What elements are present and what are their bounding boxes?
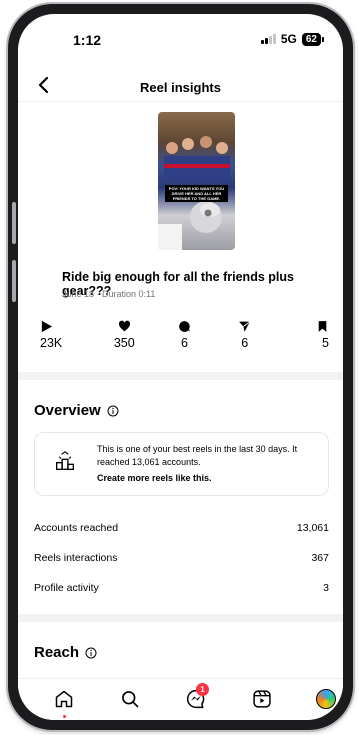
battery-icon: 62 <box>301 32 325 46</box>
stat-shares: 6 <box>221 320 269 350</box>
nav-header: Reel insights <box>18 66 343 102</box>
screen: 1:12 5G 62 Reel insights POV: YOUR KID W… <box>18 14 343 720</box>
volume-down-button <box>12 260 16 302</box>
profile-avatar <box>316 689 336 709</box>
metric-row-reels-interactions[interactable]: Reels interactions 367 <box>34 552 329 564</box>
reach-title: Reach <box>34 644 80 661</box>
page-title: Reel insights <box>140 80 221 95</box>
network-label: 5G <box>280 32 297 46</box>
reel-meta: June 18 · Duration 0:11 <box>62 289 156 299</box>
bookmark-icon <box>318 321 327 332</box>
status-indicators: 5G 62 <box>261 32 325 46</box>
phone-frame: 1:12 5G 62 Reel insights POV: YOUR KID W… <box>8 4 353 730</box>
comment-icon <box>179 321 190 332</box>
heart-icon <box>118 320 130 332</box>
metric-value: 13,061 <box>296 522 329 534</box>
search-icon <box>122 691 139 708</box>
stat-plays: 23K <box>40 320 88 350</box>
reach-heading: Reach <box>34 644 97 661</box>
status-bar: 1:12 5G 62 <box>18 14 343 58</box>
overview-heading: Overview <box>34 402 119 419</box>
tab-search[interactable] <box>120 689 142 711</box>
tab-messages[interactable]: 1 <box>186 683 209 711</box>
info-icon[interactable] <box>107 405 119 417</box>
info-icon[interactable] <box>85 647 97 659</box>
stat-likes-value: 350 <box>113 336 135 350</box>
stat-saves: 5 <box>281 320 329 350</box>
overview-title: Overview <box>34 402 101 419</box>
section-divider <box>18 614 343 622</box>
metric-row-accounts-reached[interactable]: Accounts reached 13,061 <box>34 522 329 534</box>
thumbnail-scene <box>158 136 230 250</box>
stat-likes: 350 <box>100 320 148 350</box>
stat-comments-value: 6 <box>181 336 188 350</box>
stat-saves-value: 5 <box>322 336 329 350</box>
metric-label: Reels interactions <box>34 552 118 564</box>
metric-label: Accounts reached <box>34 522 119 534</box>
metric-value: 3 <box>323 582 329 594</box>
play-icon <box>41 320 53 333</box>
thumbnail-caption: POV: YOUR KID WANTS YOU DRIVE HER AND AL… <box>165 185 228 202</box>
stat-shares-value: 6 <box>241 336 249 350</box>
signal-icon <box>261 34 276 44</box>
metric-value: 367 <box>311 552 329 564</box>
tab-bar: 1 <box>18 678 343 720</box>
insight-card: This is one of your best reels in the la… <box>34 432 329 496</box>
share-icon <box>239 321 251 332</box>
tab-reels[interactable] <box>252 689 274 711</box>
reels-icon <box>253 690 271 708</box>
metric-row-profile-activity[interactable]: Profile activity 3 <box>34 582 329 594</box>
section-divider <box>18 372 343 380</box>
create-more-reels-link[interactable]: Create more reels like this. <box>97 473 212 483</box>
podium-icon <box>56 451 74 470</box>
reel-thumbnail[interactable]: POV: YOUR KID WANTS YOU DRIVE HER AND AL… <box>158 112 235 250</box>
metric-label: Profile activity <box>34 582 99 594</box>
home-icon <box>55 690 73 708</box>
tab-home[interactable] <box>54 689 76 718</box>
stat-plays-value: 23K <box>40 336 63 350</box>
stats-row: 23K 350 6 6 5 <box>40 320 329 350</box>
notification-dot <box>325 715 328 718</box>
insight-text: This is one of your best reels in the la… <box>97 444 298 467</box>
notification-dot <box>63 715 66 718</box>
tab-profile[interactable] <box>316 689 338 718</box>
stat-comments: 6 <box>161 320 209 350</box>
volume-up-button <box>12 202 16 244</box>
status-time: 1:12 <box>73 32 102 48</box>
messages-badge: 1 <box>196 683 209 696</box>
